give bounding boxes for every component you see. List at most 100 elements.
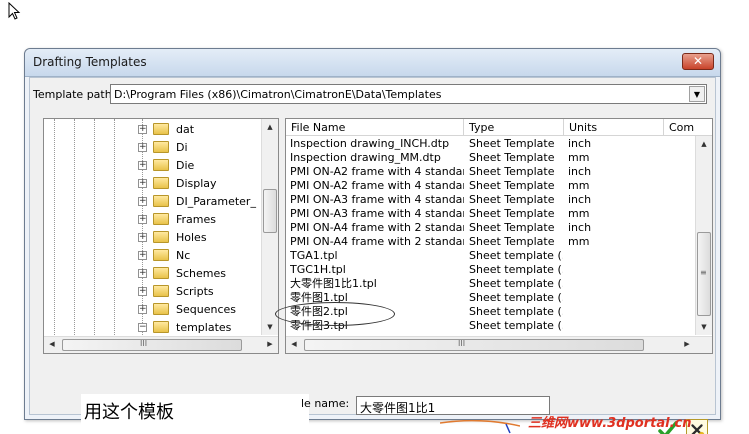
table-row[interactable]: PMI ON-A2 frame with 4 standard ... Sheet…: [286, 179, 696, 193]
tree-item[interactable]: + Frames: [138, 211, 258, 229]
tree-item-label: Di: [176, 141, 188, 154]
folder-icon: [153, 123, 169, 135]
mouse-pointer-icon: [8, 2, 21, 20]
tree-item[interactable]: − templates: [138, 319, 258, 337]
tree-guide-line: [94, 119, 95, 335]
tree-item[interactable]: + Sequences: [138, 301, 258, 319]
scroll-right-icon[interactable]: ▶: [679, 337, 695, 353]
tree-item[interactable]: + Schemes: [138, 265, 258, 283]
scroll-thumb[interactable]: [304, 339, 644, 351]
scroll-down-icon[interactable]: ▼: [696, 319, 712, 335]
background-graphic: [440, 420, 520, 434]
template-path-label: Template path:: [33, 88, 116, 101]
table-row[interactable]: PMI ON-A2 frame with 4 standard ... Sheet…: [286, 165, 696, 179]
units-cell: inch: [568, 137, 592, 150]
dialog-title: Drafting Templates: [33, 55, 147, 69]
scroll-grip-icon: ≡: [700, 268, 707, 277]
units-cell: mm: [568, 151, 590, 164]
table-row[interactable]: PMI ON-A4 frame with 2 standard ... Sheet…: [286, 235, 696, 249]
scroll-right-icon[interactable]: ▶: [262, 337, 278, 353]
combo-dropdown-arrow-icon[interactable]: ▼: [689, 86, 705, 102]
tree-vertical-scrollbar[interactable]: ▲ ▼: [261, 119, 278, 335]
table-row[interactable]: PMI ON-A4 frame with 2 standard ... Sheet…: [286, 221, 696, 235]
type-cell: Sheet Template: [469, 151, 555, 164]
folder-icon: [153, 141, 169, 153]
tree-item[interactable]: + Holes: [138, 229, 258, 247]
type-cell: Sheet template (...: [469, 277, 563, 290]
table-row[interactable]: TGC1H.tpl Sheet template (...: [286, 263, 696, 277]
scroll-up-icon[interactable]: ▲: [262, 119, 278, 135]
expand-icon[interactable]: +: [138, 143, 147, 152]
tree-guide-line: [114, 119, 115, 335]
tree-item-label: templates: [176, 321, 232, 334]
units-cell: mm: [568, 235, 590, 248]
table-row[interactable]: PMI ON-A3 frame with 4 standard ... Sheet…: [286, 207, 696, 221]
expand-icon[interactable]: +: [138, 269, 147, 278]
expand-icon[interactable]: +: [138, 287, 147, 296]
tree-item[interactable]: + Scripts: [138, 283, 258, 301]
expand-icon[interactable]: +: [138, 179, 147, 188]
folder-tree[interactable]: + dat + Di + Die + Display + DI_Parameter_ + F…: [43, 118, 279, 354]
scroll-down-icon[interactable]: ▼: [262, 319, 278, 335]
scroll-grip-icon: III: [458, 339, 466, 348]
column-header-comment[interactable]: Com: [664, 119, 712, 136]
units-cell: inch: [568, 221, 592, 234]
file-name-input[interactable]: 大零件图1比1: [356, 396, 550, 415]
expand-icon[interactable]: +: [138, 251, 147, 260]
tree-item-label: DI_Parameter_: [176, 195, 256, 208]
type-cell: Sheet Template: [469, 137, 555, 150]
tree-item[interactable]: + Display: [138, 175, 258, 193]
list-horizontal-scrollbar[interactable]: ◀ III ▶: [286, 336, 712, 353]
scroll-thumb[interactable]: [62, 339, 242, 351]
scroll-thumb[interactable]: [263, 189, 277, 233]
column-header-type[interactable]: Type: [464, 119, 564, 136]
type-cell: Sheet Template: [469, 165, 555, 178]
tree-item-label: dat: [176, 123, 195, 136]
file-name-cell: 大零件图1比1.tpl: [290, 277, 377, 290]
file-name-cell: PMI ON-A4 frame with 2 standard ...: [290, 221, 464, 234]
tree-item[interactable]: + dat: [138, 121, 258, 139]
table-row[interactable]: 大零件图1比1.tpl Sheet template (...: [286, 277, 696, 291]
file-name-cell: Inspection drawing_INCH.dtp: [290, 137, 450, 150]
folder-icon: [153, 231, 169, 243]
type-cell: Sheet Template: [469, 193, 555, 206]
scroll-up-icon[interactable]: ▲: [696, 136, 712, 152]
tree-item-label: Nc: [176, 249, 191, 262]
scroll-left-icon[interactable]: ◀: [286, 337, 302, 353]
scroll-grip-icon: III: [140, 339, 148, 348]
close-button[interactable]: ✕: [682, 53, 714, 70]
tree-item-label: Display: [176, 177, 217, 190]
tree-horizontal-scrollbar[interactable]: ◀ III ▶: [44, 336, 278, 353]
table-row[interactable]: Inspection drawing_MM.dtp Sheet Template m…: [286, 151, 696, 165]
expand-icon[interactable]: +: [138, 305, 147, 314]
folder-icon: [153, 249, 169, 261]
tree-item-label: Holes: [176, 231, 207, 244]
folder-icon: [153, 267, 169, 279]
expand-icon[interactable]: +: [138, 215, 147, 224]
tree-item[interactable]: + Nc: [138, 247, 258, 265]
tree-item[interactable]: + Die: [138, 157, 258, 175]
column-header-file-name[interactable]: File Name: [286, 119, 464, 136]
tree-item[interactable]: + DI_Parameter_: [138, 193, 258, 211]
collapse-icon[interactable]: −: [138, 323, 147, 332]
units-cell: mm: [568, 179, 590, 192]
expand-icon[interactable]: +: [138, 233, 147, 242]
table-row[interactable]: Inspection drawing_INCH.dtp Sheet Templat…: [286, 137, 696, 151]
folder-icon: [153, 159, 169, 171]
column-header-units[interactable]: Units: [564, 119, 664, 136]
tree-item[interactable]: + Di: [138, 139, 258, 157]
annotation-note-text: 用这个模板: [84, 402, 174, 423]
expand-icon[interactable]: +: [138, 161, 147, 170]
dialog-client-area: Template path: D:\Program Files (x86)\Ci…: [29, 77, 716, 434]
watermark-text: 三维网www.3dportal.cn: [528, 416, 692, 431]
table-row[interactable]: TGA1.tpl Sheet template (...: [286, 249, 696, 263]
file-name-value: 大零件图1比1: [360, 401, 436, 415]
tree-item-label: Sequences: [176, 303, 236, 316]
template-path-combo[interactable]: D:\Program Files (x86)\Cimatron\Cimatron…: [110, 84, 707, 104]
type-cell: Sheet Template: [469, 207, 555, 220]
list-vertical-scrollbar[interactable]: ▲ ≡ ▼: [695, 136, 712, 335]
expand-icon[interactable]: +: [138, 197, 147, 206]
scroll-left-icon[interactable]: ◀: [44, 337, 60, 353]
expand-icon[interactable]: +: [138, 125, 147, 134]
table-row[interactable]: PMI ON-A3 frame with 4 standard ... Sheet…: [286, 193, 696, 207]
